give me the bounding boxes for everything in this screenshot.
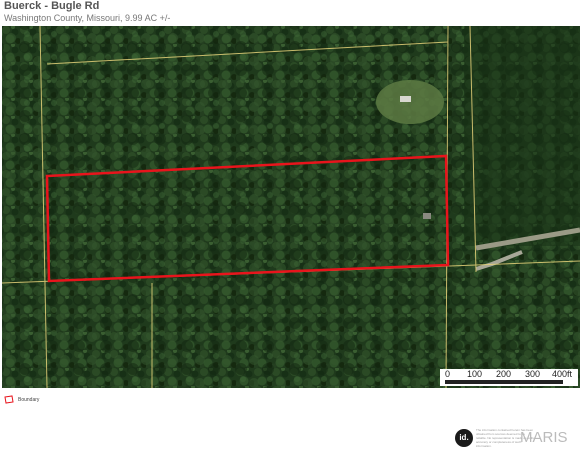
scale-label-300: 300 (525, 369, 541, 379)
house-structure (400, 96, 411, 102)
map-canvas (2, 26, 580, 388)
header: Buerck - Bugle Rd Washington County, Mis… (0, 0, 582, 26)
scale-label-200: 200 (496, 369, 512, 379)
legend-label: Boundary (18, 397, 40, 403)
scale-bar-graphic (445, 380, 563, 384)
scale-label-100: 100 (467, 369, 483, 379)
page-subtitle: Washington County, Missouri, 9.99 AC +/- (4, 13, 171, 23)
scale-label-0: 0 (445, 369, 451, 379)
scale-bar: 0 100 200 300 400ft (440, 369, 578, 386)
boundary-outline-icon (4, 395, 14, 404)
shed-structure (423, 213, 431, 219)
satellite-map[interactable] (2, 26, 580, 388)
dense-forest-east (464, 26, 580, 246)
maris-watermark: MARIS (520, 429, 568, 446)
page-title: Buerck - Bugle Rd (4, 0, 100, 12)
scale-label-400ft: 400ft (552, 369, 573, 379)
id-logo-badge: id. (455, 429, 473, 447)
